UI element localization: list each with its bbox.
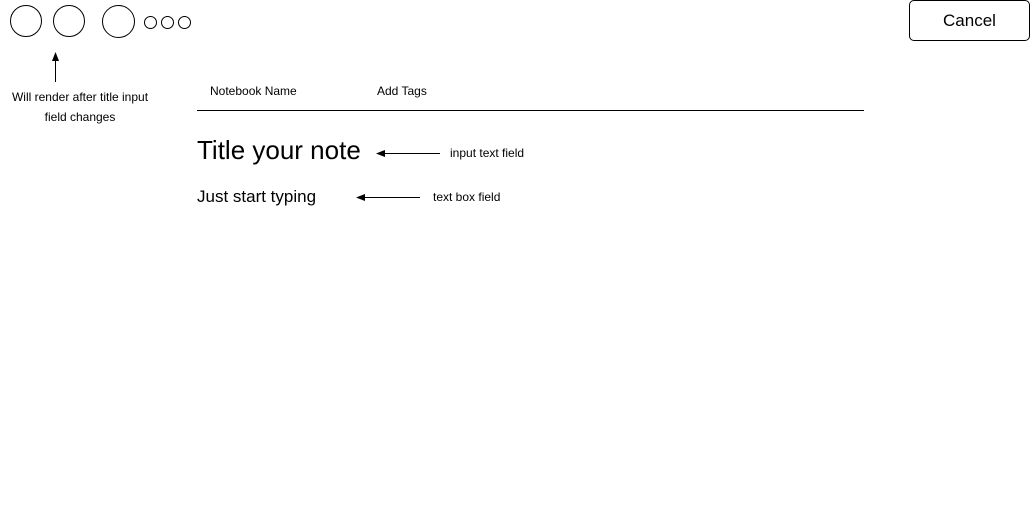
- small-circle-icon[interactable]: [178, 16, 191, 29]
- title-field-annotation: input text field: [450, 146, 525, 160]
- small-circle-icon[interactable]: [161, 16, 174, 29]
- toolbar-circle-icon[interactable]: [10, 5, 42, 37]
- toolbar-circle-icon[interactable]: [102, 5, 135, 38]
- body-field-annotation: text box field: [433, 190, 501, 204]
- toolbar-annotation: Will render after title input field chan…: [11, 90, 149, 124]
- cancel-button[interactable]: Cancel: [909, 0, 1030, 41]
- small-circle-icon[interactable]: [144, 16, 157, 29]
- title-input[interactable]: Title your note: [197, 134, 361, 166]
- body-text-box[interactable]: Just start typing: [197, 186, 316, 208]
- notebook-name-link[interactable]: Notebook Name: [210, 83, 297, 99]
- up-arrow-icon: [52, 52, 59, 82]
- add-tags-link[interactable]: Add Tags: [377, 83, 427, 99]
- toolbar-circle-icon[interactable]: [53, 5, 85, 37]
- left-arrow-icon: [376, 150, 440, 157]
- left-arrow-icon: [356, 194, 420, 201]
- annotation-arrows: [52, 52, 440, 201]
- header-divider: [197, 110, 864, 111]
